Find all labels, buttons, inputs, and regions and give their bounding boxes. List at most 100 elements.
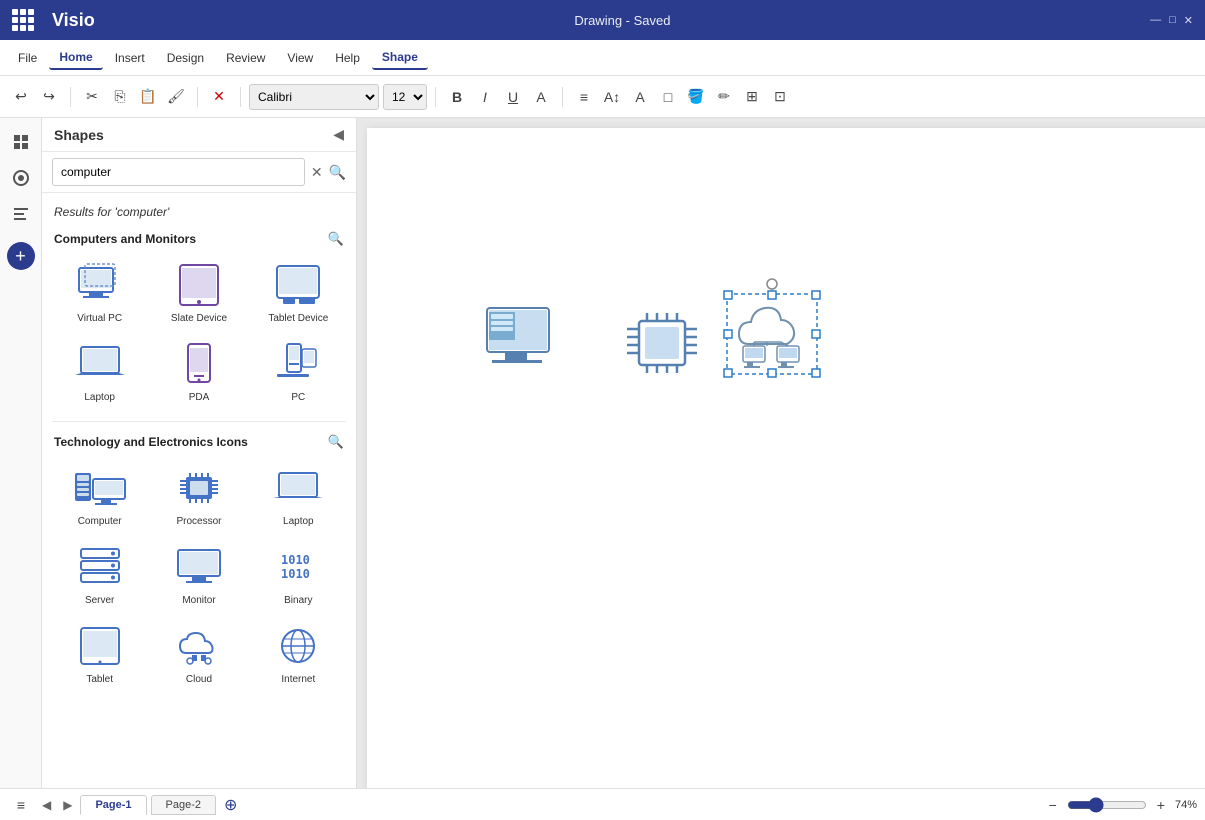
delete-button[interactable]: ✕ [206,84,232,110]
monitor-icon [169,543,229,591]
tech-shapes-grid: Computer [42,458,356,699]
shape-processor-label: Processor [176,516,221,527]
laptop2-icon [268,464,328,512]
shape-virtual-pc[interactable]: Virtual PC [52,255,147,330]
shape-tablet-device[interactable]: Tablet Device [251,255,346,330]
canvas-shape-2[interactable] [617,303,707,383]
toolbar-separator-2 [197,87,198,107]
zoom-slider[interactable] [1067,797,1147,813]
binary-icon: 1010 1010 [268,543,328,591]
svg-text:1010: 1010 [281,567,310,581]
page-tab-2[interactable]: Page-2 [151,795,216,815]
shape-monitor[interactable]: Monitor [151,537,246,612]
menu-design[interactable]: Design [157,47,214,69]
shapes-panel-button[interactable] [5,126,37,158]
category-tech-header: Technology and Electronics Icons 🔍 [42,430,356,458]
menu-insert[interactable]: Insert [105,47,155,69]
shape-slate-device-label: Slate Device [171,313,227,324]
shape-laptop[interactable]: Laptop [52,334,147,409]
zoom-in-button[interactable]: + [1153,795,1169,815]
undo-button[interactable]: ↩ [8,84,34,110]
shape-computer[interactable]: Computer [52,458,147,533]
position-button[interactable]: ⊡ [767,84,793,110]
data-button[interactable] [5,198,37,230]
copy-button[interactable]: ⎘ [107,84,133,110]
pc-icon [268,340,328,388]
font-family-select[interactable]: Calibri [249,84,379,110]
shape-pda[interactable]: PDA [151,334,246,409]
zoom-out-button[interactable]: − [1045,795,1061,815]
stencils-button[interactable] [5,162,37,194]
paste-button[interactable]: 📋 [135,84,161,110]
search-clear-button[interactable]: ✕ [311,164,323,181]
bottom-bar: ≡ ◀ ▶ Page-1 Page-2 ⊕ − + 74% [0,788,1205,820]
menu-file[interactable]: File [8,47,47,69]
add-shapes-button[interactable]: + [7,242,35,270]
shape-tablet[interactable]: Tablet [52,616,147,691]
menu-help[interactable]: Help [325,47,370,69]
search-button[interactable]: 🔍 [329,164,346,181]
page-tab-1[interactable]: Page-1 [80,795,146,815]
canvas-shape-3[interactable] [717,276,827,386]
underline-button[interactable]: U [500,84,526,110]
cut-button[interactable]: ✂ [79,84,105,110]
shape-computer-label: Computer [78,516,122,527]
app-logo: Visio [52,10,95,31]
redo-button[interactable]: ↪ [36,84,62,110]
toolbar: ↩ ↪ ✂ ⎘ 📋 🖌 ✕ Calibri 12 B I U A ≡ A↕ A … [0,76,1205,118]
shape-pda-label: PDA [189,392,210,403]
bold-button[interactable]: B [444,84,470,110]
shape-cloud-label: Cloud [186,674,212,685]
minimize-btn[interactable]: — [1150,14,1161,27]
apps-button[interactable] [12,9,34,31]
shape-server[interactable]: Server [52,537,147,612]
shape-pc[interactable]: PC [251,334,346,409]
text-size-button[interactable]: A↕ [599,84,625,110]
close-btn[interactable]: ✕ [1184,14,1193,27]
fill-color-button[interactable]: 🪣 [683,84,709,110]
align-button[interactable]: ≡ [571,84,597,110]
shape-internet[interactable]: Internet [251,616,346,691]
slate-device-icon [169,261,229,309]
menu-view[interactable]: View [277,47,323,69]
menu-home[interactable]: Home [49,46,102,70]
main-layout: + Shapes ◀ ✕ 🔍 Results for 'computer' Co… [0,118,1205,788]
tablet-device-icon [268,261,328,309]
line-color-button[interactable]: ✏ [711,84,737,110]
font-color-button[interactable]: A [528,84,554,110]
maximize-btn[interactable]: □ [1169,14,1176,27]
shape-slate-device[interactable]: Slate Device [151,255,246,330]
menu-shape[interactable]: Shape [372,46,428,70]
search-bar: ✕ 🔍 [42,152,356,193]
canvas-area[interactable] [357,118,1205,788]
add-page-button[interactable]: ⊕ [220,795,241,815]
bottom-menu-button[interactable]: ≡ [8,792,34,818]
internet-icon [268,622,328,670]
font-size-select[interactable]: 12 [383,84,427,110]
category-computers-header: Computers and Monitors 🔍 [42,227,356,255]
category-computers-search[interactable]: 🔍 [328,231,344,247]
shape-processor[interactable]: Processor [151,458,246,533]
title-bar: Visio Drawing - Saved — □ ✕ [0,0,1205,40]
shape-internet-label: Internet [281,674,315,685]
page-prev-button[interactable]: ◀ [38,796,55,814]
arrange-button[interactable]: ⊞ [739,84,765,110]
shape-cloud[interactable]: Cloud [151,616,246,691]
text-container-button[interactable]: A [627,84,653,110]
category-tech-search[interactable]: 🔍 [328,434,344,450]
canvas-shape-1[interactable] [477,298,577,388]
format-painter-button[interactable]: 🖌 [163,84,189,110]
processor-icon [169,464,229,512]
shape-binary[interactable]: 1010 1010 Binary [251,537,346,612]
menu-review[interactable]: Review [216,47,275,69]
shape-button[interactable]: □ [655,84,681,110]
search-input[interactable] [52,158,305,186]
shapes-collapse-button[interactable]: ◀ [333,126,344,143]
canvas-page[interactable] [367,128,1205,788]
shape-laptop2[interactable]: Laptop [251,458,346,533]
pda-icon [169,340,229,388]
page-next-button[interactable]: ▶ [59,796,76,814]
window-controls[interactable]: — □ ✕ [1150,14,1193,27]
italic-button[interactable]: I [472,84,498,110]
shape-laptop2-label: Laptop [283,516,314,527]
